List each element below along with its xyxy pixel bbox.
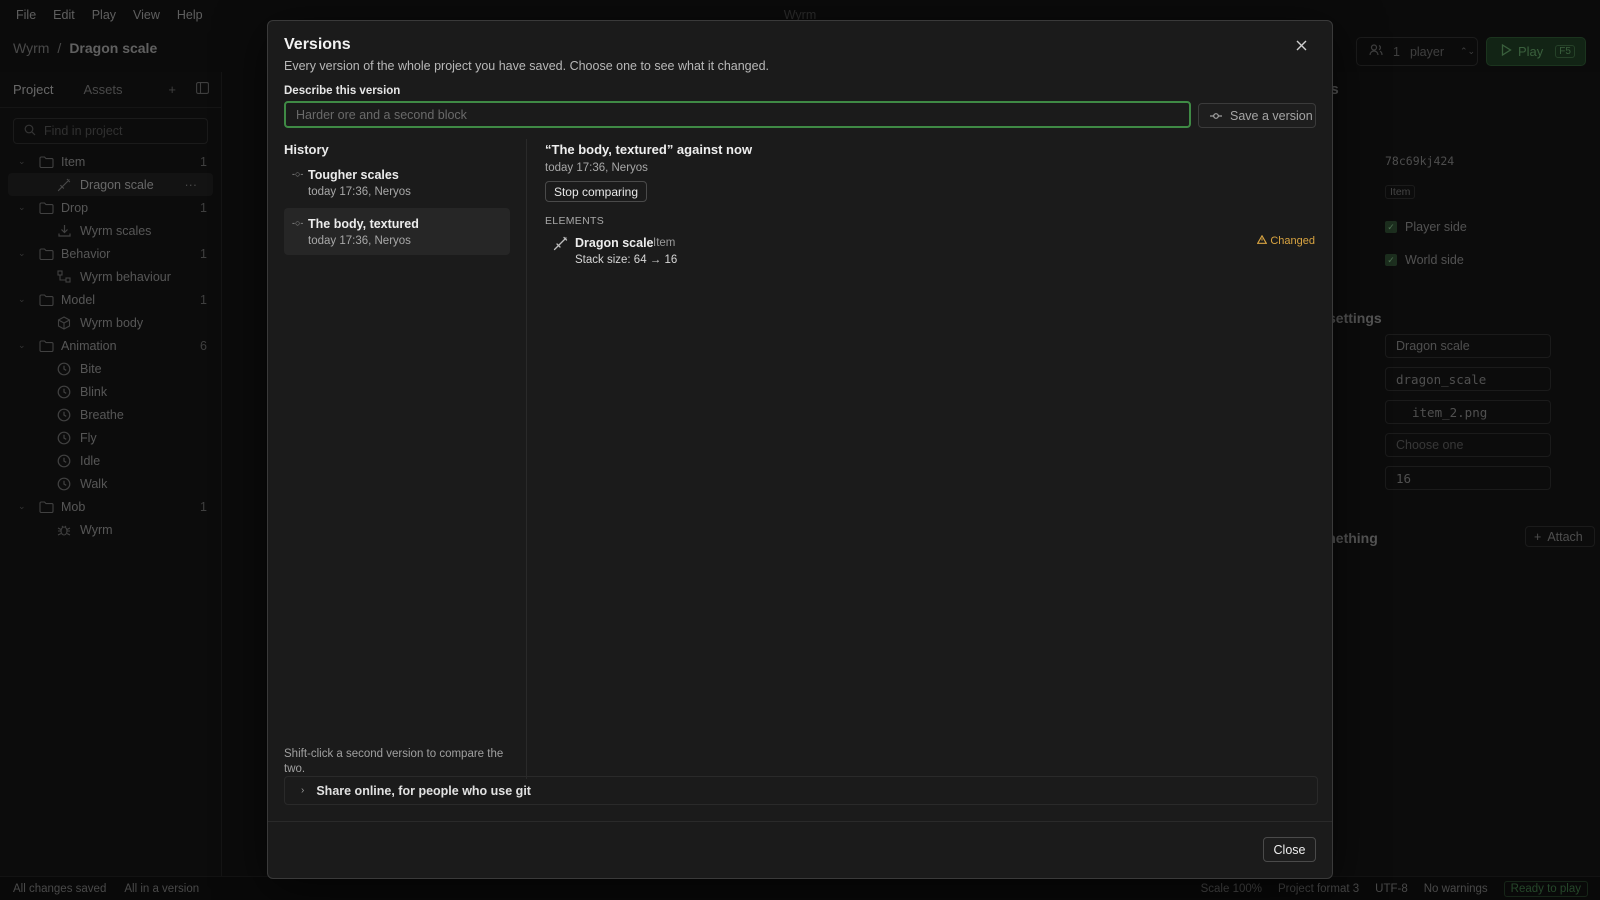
history-item-meta: today 17:36, Neryos [308,186,411,198]
element-type: Item [653,237,676,249]
share-online-label: Share online, for people who use git [316,783,531,798]
footer-divider [268,821,1332,822]
save-version-label: Save a version [1230,108,1313,123]
versions-dialog: Versions Every version of the whole proj… [267,20,1333,879]
commit-icon: -○- [292,218,304,228]
stop-comparing-button[interactable]: Stop comparing [545,181,647,202]
describe-label: Describe this version [284,85,401,97]
commit-icon [1210,109,1222,123]
history-title: History [284,142,329,157]
elements-heading: ELEMENTS [545,215,604,227]
close-button[interactable]: Close [1263,837,1316,862]
compare-hint: Shift-click a second version to compare … [284,748,504,775]
share-online-expander[interactable]: › Share online, for people who use git [284,776,1318,805]
history-item-selected[interactable]: -○- The body, textured today 17:36, Nery… [284,208,510,255]
save-version-button[interactable]: Save a version [1198,103,1316,128]
comparison-title: “The body, textured” against now [545,142,753,157]
history-item[interactable]: -○- Tougher scales today 17:36, Neryos [284,159,510,206]
warning-icon [1257,234,1268,247]
status-badge-label: Changed [1270,235,1315,247]
commit-icon: -○- [292,169,304,179]
sword-icon [553,236,568,254]
close-icon[interactable] [1292,36,1310,54]
history-item-name: Tougher scales [308,168,399,182]
element-name: Dragon scale [575,236,654,250]
dialog-title: Versions [284,36,351,53]
chevron-right-icon: › [301,785,305,796]
dialog-subtitle: Every version of the whole project you h… [284,59,770,73]
history-item-meta: today 17:36, Neryos [308,235,411,247]
comparison-meta: today 17:36, Neryos [545,162,648,174]
changed-element-row[interactable]: Dragon scale Item Stack size: 64 → 16 Ch… [545,234,1315,274]
version-description-input[interactable] [284,101,1191,128]
history-item-name: The body, textured [308,217,419,231]
element-change: Stack size: 64 → 16 [575,254,678,266]
divider [526,139,527,779]
status-badge: Changed [1257,234,1315,247]
